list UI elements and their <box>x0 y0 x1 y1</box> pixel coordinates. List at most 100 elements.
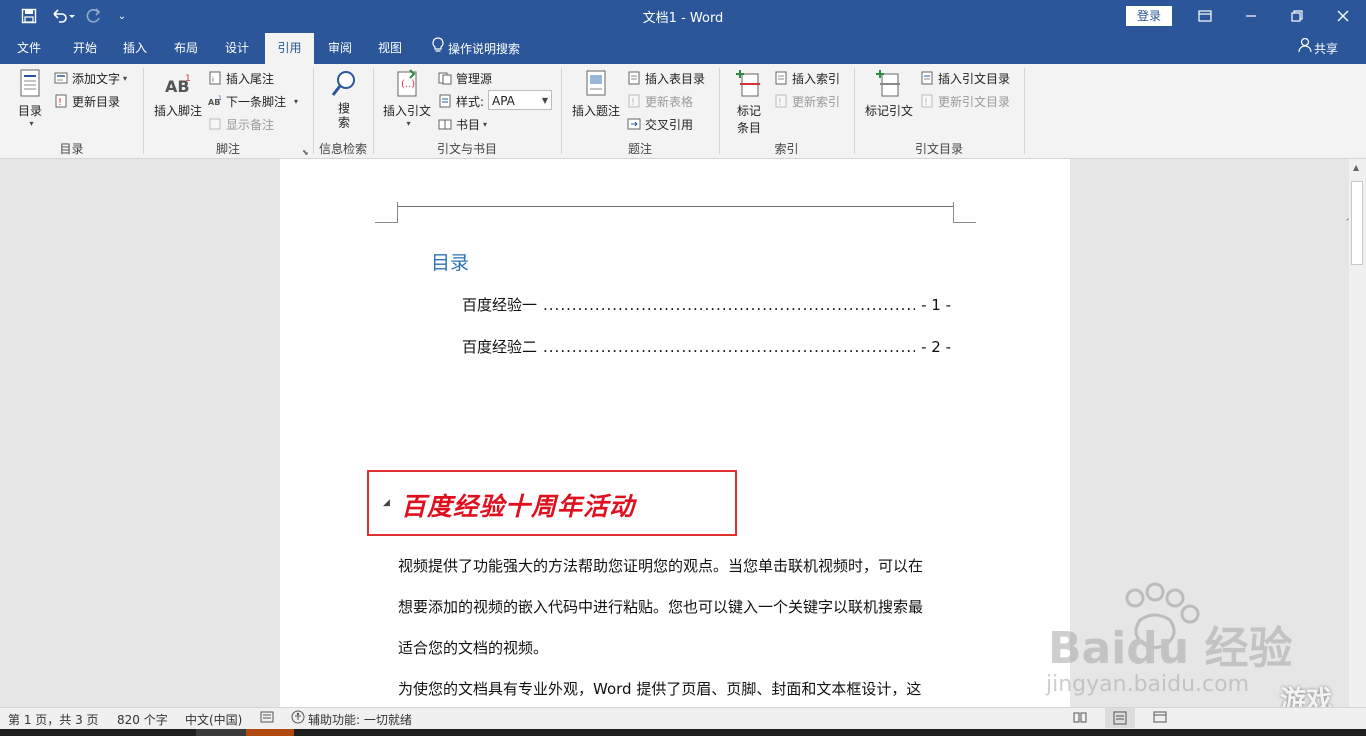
share-label: 共享 <box>1314 41 1339 56</box>
update-toc-icon: ! <box>55 94 67 108</box>
toc-icon <box>20 69 40 97</box>
cross-reference-button[interactable]: 交叉引用 <box>627 114 693 134</box>
insert-table-of-figures-button[interactable]: 插入表目录 <box>627 68 705 88</box>
toc-button[interactable]: 目录 ▾ <box>12 68 48 128</box>
manage-sources-button[interactable]: 管理源 <box>438 68 492 88</box>
next-footnote-button[interactable]: AB 1 下一条脚注 ▾ <box>208 91 298 111</box>
restore-icon[interactable] <box>1282 4 1312 28</box>
close-icon[interactable] <box>1328 4 1358 28</box>
accessibility-icon[interactable] <box>290 710 306 727</box>
show-notes-icon <box>209 118 221 130</box>
heading-text: 百度经验十周年活动 <box>401 492 636 521</box>
margin-corner-mark <box>953 222 976 223</box>
mark-citation-button[interactable]: 标记引文 <box>863 68 915 119</box>
header-separator <box>398 206 953 207</box>
insert-index-button[interactable]: 插入索引 <box>774 68 840 88</box>
group-label-captions: 题注 <box>627 142 652 156</box>
update-table-of-authorities-label: 更新引文目录 <box>938 94 1011 109</box>
update-table-icon: ! <box>628 94 640 108</box>
taskbar-item-active[interactable] <box>246 729 294 736</box>
insert-index-icon <box>775 71 787 85</box>
document-page[interactable]: 目录 百度经验一 ...............................… <box>280 159 1070 707</box>
tell-me-search[interactable]: 操作说明搜索 <box>428 33 538 64</box>
lightbulb-icon <box>428 34 448 64</box>
tell-me-label: 操作说明搜索 <box>448 41 521 56</box>
word-count-status[interactable]: 820 个字 <box>117 711 168 728</box>
watermark-url: jingyan.baidu.com <box>1046 672 1250 697</box>
mark-entry-button[interactable]: 标记条目 <box>730 68 768 136</box>
toc-entry[interactable]: 百度经验一 ..................................… <box>462 294 951 315</box>
tab-design[interactable]: 设计 <box>214 33 260 64</box>
web-layout-icon[interactable] <box>1153 710 1167 727</box>
body-paragraph-line: 想要添加的视频的嵌入代码中进行粘贴。您也可以键入一个关键字以联机搜索最 <box>398 598 924 616</box>
title-bar: ⌄ 文档1 - Word 登录 <box>0 0 1366 33</box>
tab-references[interactable]: 引用 <box>265 33 314 64</box>
margin-corner-mark <box>953 202 954 223</box>
update-table-button[interactable]: ! 更新表格 <box>627 91 693 111</box>
insert-citation-button[interactable]: (..) 插入引文 ▾ <box>380 68 434 128</box>
update-table-label: 更新表格 <box>645 94 694 109</box>
ribbon-tab-bar: 文件 开始 插入 布局 设计 引用 审阅 视图 操作说明搜索 共享 <box>0 33 1366 64</box>
add-text-button[interactable]: 添加文字 ▾ <box>54 68 127 88</box>
endnote-icon: i <box>209 71 221 85</box>
toc-entry[interactable]: 百度经验二 ..................................… <box>462 336 951 357</box>
os-taskbar <box>0 729 1366 736</box>
tab-file[interactable]: 文件 <box>6 33 52 64</box>
update-toc-button[interactable]: ! 更新目录 <box>54 91 120 111</box>
insert-endnote-button[interactable]: i 插入尾注 <box>208 68 274 88</box>
group-label-authorities: 引文目录 <box>914 142 963 156</box>
mark-citation-icon <box>876 70 900 97</box>
insert-caption-button[interactable]: 插入题注 <box>570 68 622 119</box>
footnote-icon: AB1 <box>165 74 191 96</box>
taskbar-item[interactable] <box>196 729 246 736</box>
update-table-of-authorities-button[interactable]: ! 更新引文目录 <box>920 91 1010 111</box>
search-label: 搜索 <box>336 102 351 130</box>
style-label-container: 样式: <box>438 91 484 111</box>
page-count-status[interactable]: 第 1 页，共 3 页 <box>8 711 99 728</box>
scrollbar-thumb[interactable] <box>1351 181 1363 265</box>
mark-citation-label: 标记引文 <box>864 104 913 118</box>
group-label-index: 索引 <box>774 142 799 156</box>
svg-text:!: ! <box>778 97 782 108</box>
baidu-watermark: Baidu 经验 jingyan.baidu.com 游戏 <box>1040 580 1366 716</box>
scroll-up-icon[interactable]: ▲ <box>1353 163 1359 172</box>
update-index-button[interactable]: ! 更新索引 <box>774 91 840 111</box>
update-authorities-icon: ! <box>921 94 933 108</box>
search-button[interactable]: 搜索 <box>328 68 360 130</box>
proofing-icon[interactable] <box>260 710 274 727</box>
print-layout-icon[interactable] <box>1105 708 1135 728</box>
minimize-icon[interactable] <box>1236 4 1266 28</box>
highlighted-heading[interactable]: ◢ 百度经验十周年活动 <box>367 470 737 536</box>
person-icon <box>1296 34 1314 64</box>
watermark-brand: Baidu 经验 <box>1048 623 1293 674</box>
collapse-heading-icon[interactable]: ◢ <box>383 498 390 508</box>
search-icon <box>331 71 355 96</box>
tab-insert[interactable]: 插入 <box>112 33 158 64</box>
tab-review[interactable]: 审阅 <box>316 33 364 64</box>
insert-table-of-authorities-label: 插入引文目录 <box>938 71 1011 86</box>
login-button[interactable]: 登录 <box>1126 6 1172 26</box>
citation-style-value: APA <box>492 94 515 108</box>
add-text-label: 添加文字 <box>72 71 121 86</box>
show-notes-label: 显示备注 <box>226 117 275 132</box>
share-button[interactable]: 共享 <box>1296 33 1346 64</box>
insert-table-of-authorities-button[interactable]: 插入引文目录 <box>920 68 1010 88</box>
read-mode-icon[interactable] <box>1073 710 1087 727</box>
tab-home[interactable]: 开始 <box>60 33 110 64</box>
language-status[interactable]: 中文(中国) <box>185 711 242 728</box>
ribbon-display-options-icon[interactable] <box>1190 4 1220 28</box>
tab-layout[interactable]: 布局 <box>163 33 209 64</box>
add-text-icon <box>54 72 68 84</box>
tab-view[interactable]: 视图 <box>367 33 413 64</box>
mark-entry-icon <box>736 70 760 97</box>
svg-text:!: ! <box>631 97 635 108</box>
insert-citation-label: 插入引文 <box>382 104 431 118</box>
accessibility-status[interactable]: 辅助功能: 一切就绪 <box>308 711 412 728</box>
insert-footnote-button[interactable]: AB 1 插入脚注 <box>152 68 204 119</box>
citation-style-select[interactable]: APA ▼ <box>488 90 552 110</box>
show-notes-button[interactable]: 显示备注 <box>208 114 274 134</box>
bibliography-button[interactable]: 书目 ▾ <box>438 114 487 134</box>
style-icon <box>439 94 451 108</box>
svg-text:1: 1 <box>218 95 222 102</box>
chevron-down-icon: ▾ <box>294 96 299 106</box>
